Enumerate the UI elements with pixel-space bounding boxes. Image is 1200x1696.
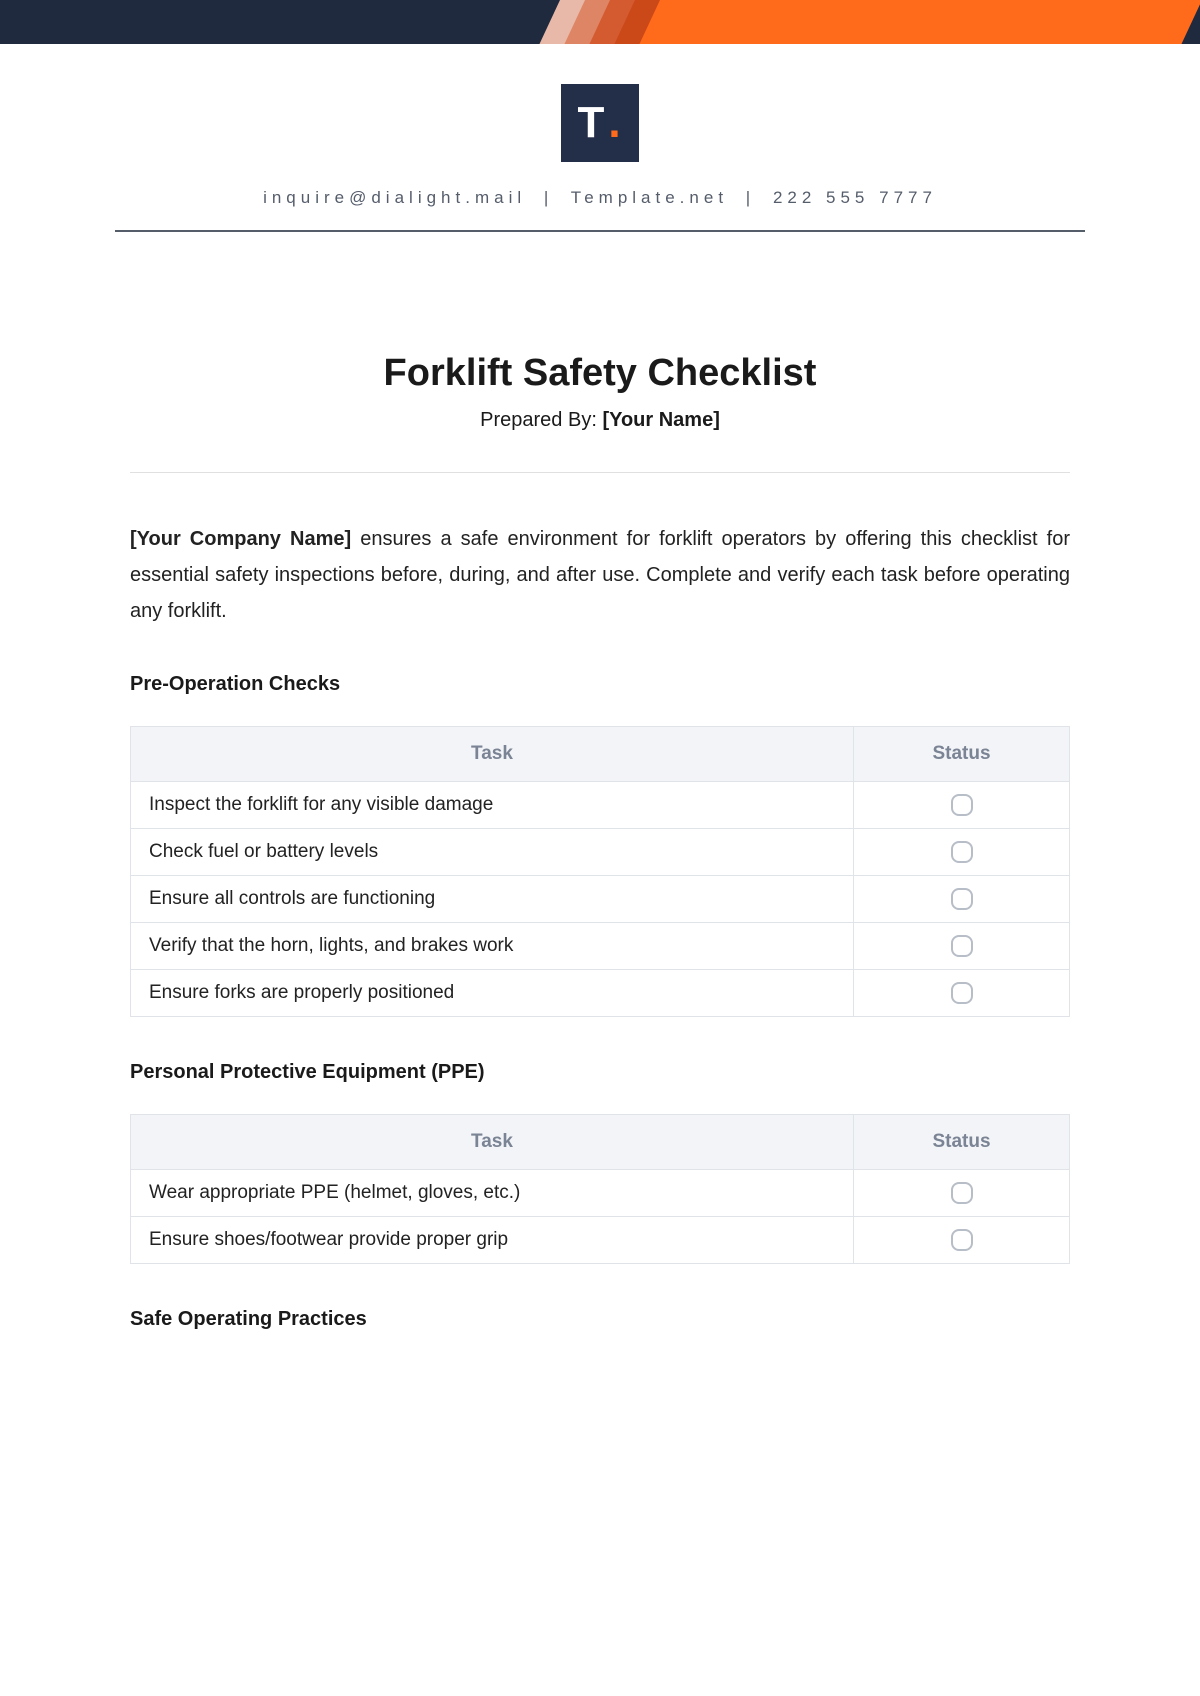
table-row: Verify that the horn, lights, and brakes… <box>131 923 1070 970</box>
contact-site: Template.net <box>571 188 728 207</box>
logo-mark: T. <box>561 84 639 162</box>
table-row: Ensure all controls are functioning <box>131 876 1070 923</box>
status-cell <box>854 970 1070 1017</box>
checkbox-icon[interactable] <box>951 888 973 910</box>
checkbox-icon[interactable] <box>951 841 973 863</box>
checkbox-icon[interactable] <box>951 1229 973 1251</box>
table-row: Ensure shoes/footwear provide proper gri… <box>131 1217 1070 1264</box>
task-cell: Check fuel or battery levels <box>131 829 854 876</box>
prepared-by-placeholder: [Your Name] <box>602 409 719 431</box>
title-divider <box>130 472 1070 473</box>
status-cell <box>854 923 1070 970</box>
task-cell: Verify that the horn, lights, and brakes… <box>131 923 854 970</box>
prepared-by-line: Prepared By: [Your Name] <box>130 409 1070 432</box>
col-header-task: Task <box>131 1115 854 1170</box>
section-heading: Safe Operating Practices <box>130 1308 1070 1331</box>
section-heading: Personal Protective Equipment (PPE) <box>130 1061 1070 1084</box>
separator-icon: | <box>544 188 553 207</box>
company-placeholder: [Your Company Name] <box>130 528 351 550</box>
top-bar <box>0 0 1200 44</box>
table-row: Wear appropriate PPE (helmet, gloves, et… <box>131 1170 1070 1217</box>
checkbox-icon[interactable] <box>951 935 973 957</box>
table-row: Check fuel or battery levels <box>131 829 1070 876</box>
section-heading: Pre-Operation Checks <box>130 673 1070 696</box>
checklist-table: TaskStatusInspect the forklift for any v… <box>130 726 1070 1017</box>
task-cell: Ensure shoes/footwear provide proper gri… <box>131 1217 854 1264</box>
col-header-task: Task <box>131 727 854 782</box>
status-cell <box>854 1217 1070 1264</box>
top-accent-stripes <box>560 0 1200 44</box>
checklist-table: TaskStatusWear appropriate PPE (helmet, … <box>130 1114 1070 1264</box>
col-header-status: Status <box>854 1115 1070 1170</box>
logo-letter: T <box>577 98 606 148</box>
checkbox-icon[interactable] <box>951 794 973 816</box>
status-cell <box>854 782 1070 829</box>
status-cell <box>854 876 1070 923</box>
task-cell: Ensure all controls are functioning <box>131 876 854 923</box>
col-header-status: Status <box>854 727 1070 782</box>
checkbox-icon[interactable] <box>951 982 973 1004</box>
table-row: Inspect the forklift for any visible dam… <box>131 782 1070 829</box>
separator-icon: | <box>746 188 755 207</box>
page-title: Forklift Safety Checklist <box>130 352 1070 395</box>
prepared-by-label: Prepared By: <box>480 409 597 431</box>
task-cell: Inspect the forklift for any visible dam… <box>131 782 854 829</box>
task-cell: Wear appropriate PPE (helmet, gloves, et… <box>131 1170 854 1217</box>
contact-line: inquire@dialight.mail | Template.net | 2… <box>0 188 1200 208</box>
status-cell <box>854 1170 1070 1217</box>
intro-paragraph: [Your Company Name] ensures a safe envir… <box>130 521 1070 629</box>
contact-email: inquire@dialight.mail <box>263 188 526 207</box>
header-divider <box>115 230 1085 232</box>
status-cell <box>854 829 1070 876</box>
task-cell: Ensure forks are properly positioned <box>131 970 854 1017</box>
checkbox-icon[interactable] <box>951 1182 973 1204</box>
contact-phone: 222 555 7777 <box>773 188 937 207</box>
table-row: Ensure forks are properly positioned <box>131 970 1070 1017</box>
